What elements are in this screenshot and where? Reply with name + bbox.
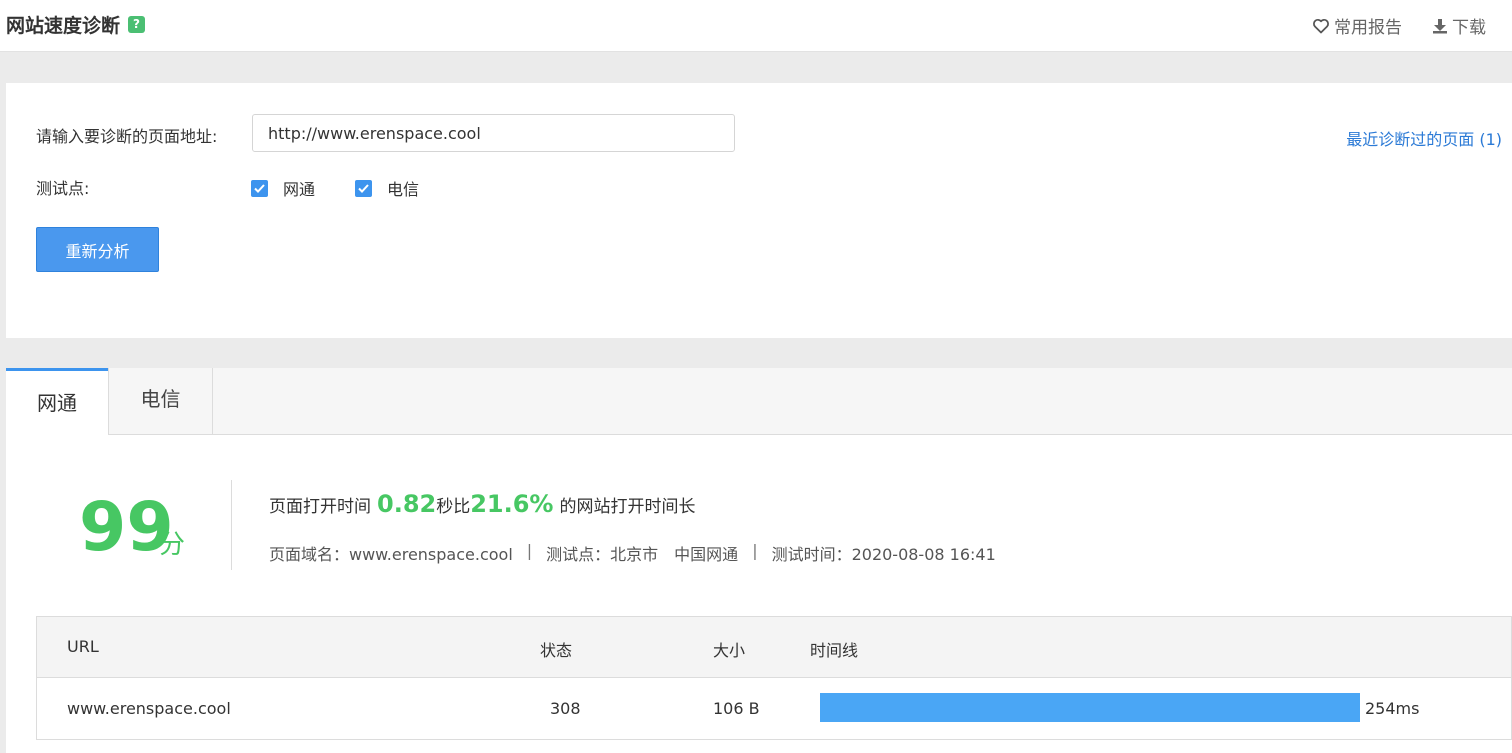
url-input[interactable] bbox=[252, 114, 735, 152]
diagnose-form: 请输入要诊断的页面地址: 最近诊断过的页面 (1) 测试点: 网通 电信 重新分… bbox=[6, 83, 1512, 338]
load-summary: 页面打开时间 0.82 秒比 21.6% 的网站打开时间长 bbox=[269, 490, 696, 518]
row-size: 106 B bbox=[713, 699, 760, 718]
separator: | bbox=[526, 541, 533, 560]
column-status: 状态 bbox=[540, 641, 573, 660]
score-unit: 分 bbox=[159, 530, 186, 560]
timeline-bar bbox=[820, 693, 1360, 722]
heart-icon bbox=[1313, 18, 1329, 33]
download-button[interactable]: 下载 bbox=[1432, 13, 1486, 38]
url-label: 请输入要诊断的页面地址: bbox=[36, 127, 218, 146]
favorites-button[interactable]: 常用报告 bbox=[1312, 13, 1402, 38]
checkbox-wangtong[interactable]: 网通 bbox=[251, 176, 315, 200]
tab-dianxin[interactable]: 电信 bbox=[108, 368, 213, 435]
row-time: 254ms bbox=[1365, 699, 1420, 718]
test-point: 测试点：北京市 中国网通 bbox=[546, 545, 739, 564]
page-title: 网站速度诊断 ? bbox=[6, 11, 146, 38]
test-time: 测试时间：2020-08-08 16:41 bbox=[771, 545, 996, 564]
resource-table: URL 状态 大小 时间线 www.erenspace.cool 308 106… bbox=[36, 616, 1512, 740]
top-bar: 网站速度诊断 ? 常用报告 下载 bbox=[0, 0, 1512, 52]
column-timeline: 时间线 bbox=[810, 641, 859, 660]
test-meta: 页面域名：www.erenspace.cool | 测试点：北京市 中国网通 |… bbox=[269, 541, 996, 565]
column-url: URL bbox=[67, 637, 99, 656]
row-status: 308 bbox=[550, 699, 581, 718]
recent-pages-link[interactable]: 最近诊断过的页面 (1) bbox=[1346, 126, 1502, 150]
separator: | bbox=[752, 541, 758, 560]
table-header bbox=[37, 617, 1511, 678]
isp-tabs: 网通 电信 bbox=[6, 368, 1512, 436]
column-size: 大小 bbox=[713, 641, 746, 660]
download-icon bbox=[1433, 18, 1447, 33]
load-time: 0.82 bbox=[377, 490, 437, 518]
percent-value: 21.6% bbox=[470, 490, 554, 518]
reanalyze-button[interactable]: 重新分析 bbox=[36, 227, 159, 272]
checkbox-dianxin[interactable]: 电信 bbox=[355, 176, 419, 200]
top-actions: 常用报告 下载 bbox=[1282, 13, 1486, 38]
checkbox-checked-icon bbox=[251, 179, 268, 197]
test-points-label: 测试点: bbox=[36, 179, 90, 198]
row-url[interactable]: www.erenspace.cool bbox=[67, 699, 231, 718]
result-panel: 网通 电信 99 分 页面打开时间 0.82 秒比 21.6% 的网站打开时间长… bbox=[6, 368, 1512, 753]
help-icon[interactable]: ? bbox=[128, 16, 146, 33]
tab-wangtong[interactable]: 网通 bbox=[6, 368, 108, 436]
page-domain: 页面域名：www.erenspace.cool bbox=[269, 545, 513, 564]
checkbox-checked-icon bbox=[355, 179, 372, 197]
divider bbox=[231, 480, 232, 570]
